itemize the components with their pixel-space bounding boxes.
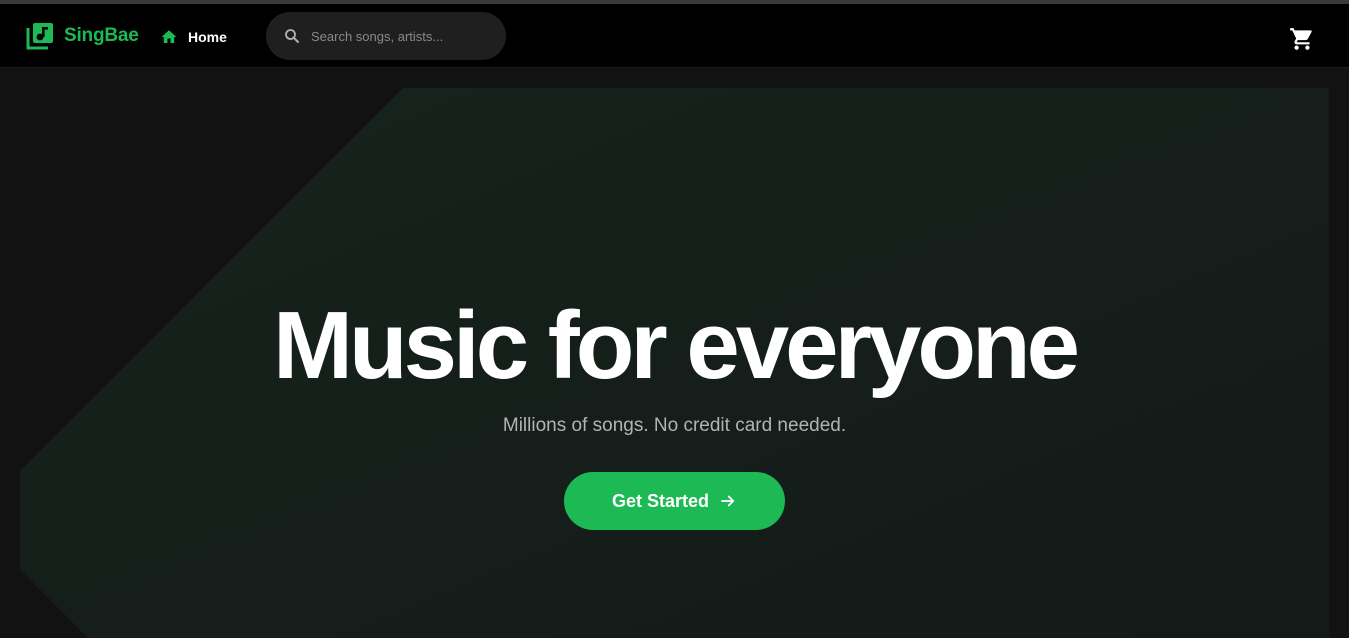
hero-subtitle: Millions of songs. No credit card needed…: [502, 415, 847, 436]
search-input[interactable]: [311, 24, 491, 48]
music-library-icon: [26, 23, 53, 50]
get-started-label: Get Started: [611, 490, 710, 511]
hero-section: Music for everyone Millions of songs. No…: [0, 69, 1349, 638]
cart-icon[interactable]: [1289, 26, 1315, 52]
arrow-right-icon: [721, 495, 735, 507]
search-icon: [285, 29, 299, 43]
logo-text: SingBae: [64, 25, 139, 46]
home-icon: [161, 30, 177, 43]
hero-title: Music for everyone: [273, 292, 1080, 399]
nav-home-label: Home: [188, 29, 227, 45]
nav-home-link[interactable]: Home: [160, 26, 227, 48]
search-bar[interactable]: [266, 12, 506, 60]
top-navbar: SingBae Home: [0, 4, 1349, 68]
get-started-button[interactable]: Get Started: [564, 472, 785, 530]
logo-link[interactable]: SingBae: [26, 21, 139, 51]
